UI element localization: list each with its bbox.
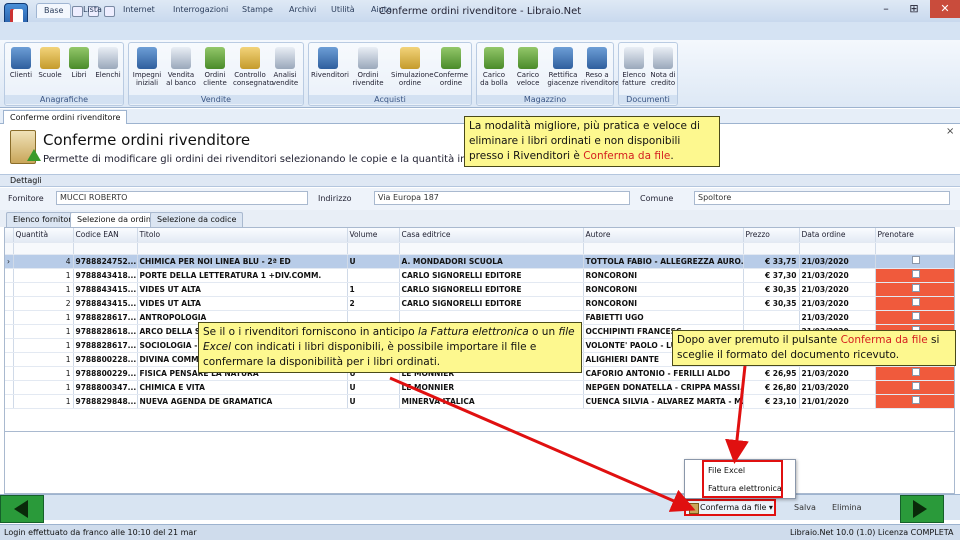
arrow-to-button	[389, 376, 696, 512]
callout-right: Dopo aver premuto il pulsante Conferma d…	[672, 330, 956, 366]
arrow-to-menu	[725, 365, 749, 464]
annotation-arrows	[389, 365, 749, 512]
callout-left: Se il o i rivenditori forniscono in anti…	[198, 322, 582, 373]
callout-top: La modalità migliore, più pratica e velo…	[464, 116, 720, 167]
